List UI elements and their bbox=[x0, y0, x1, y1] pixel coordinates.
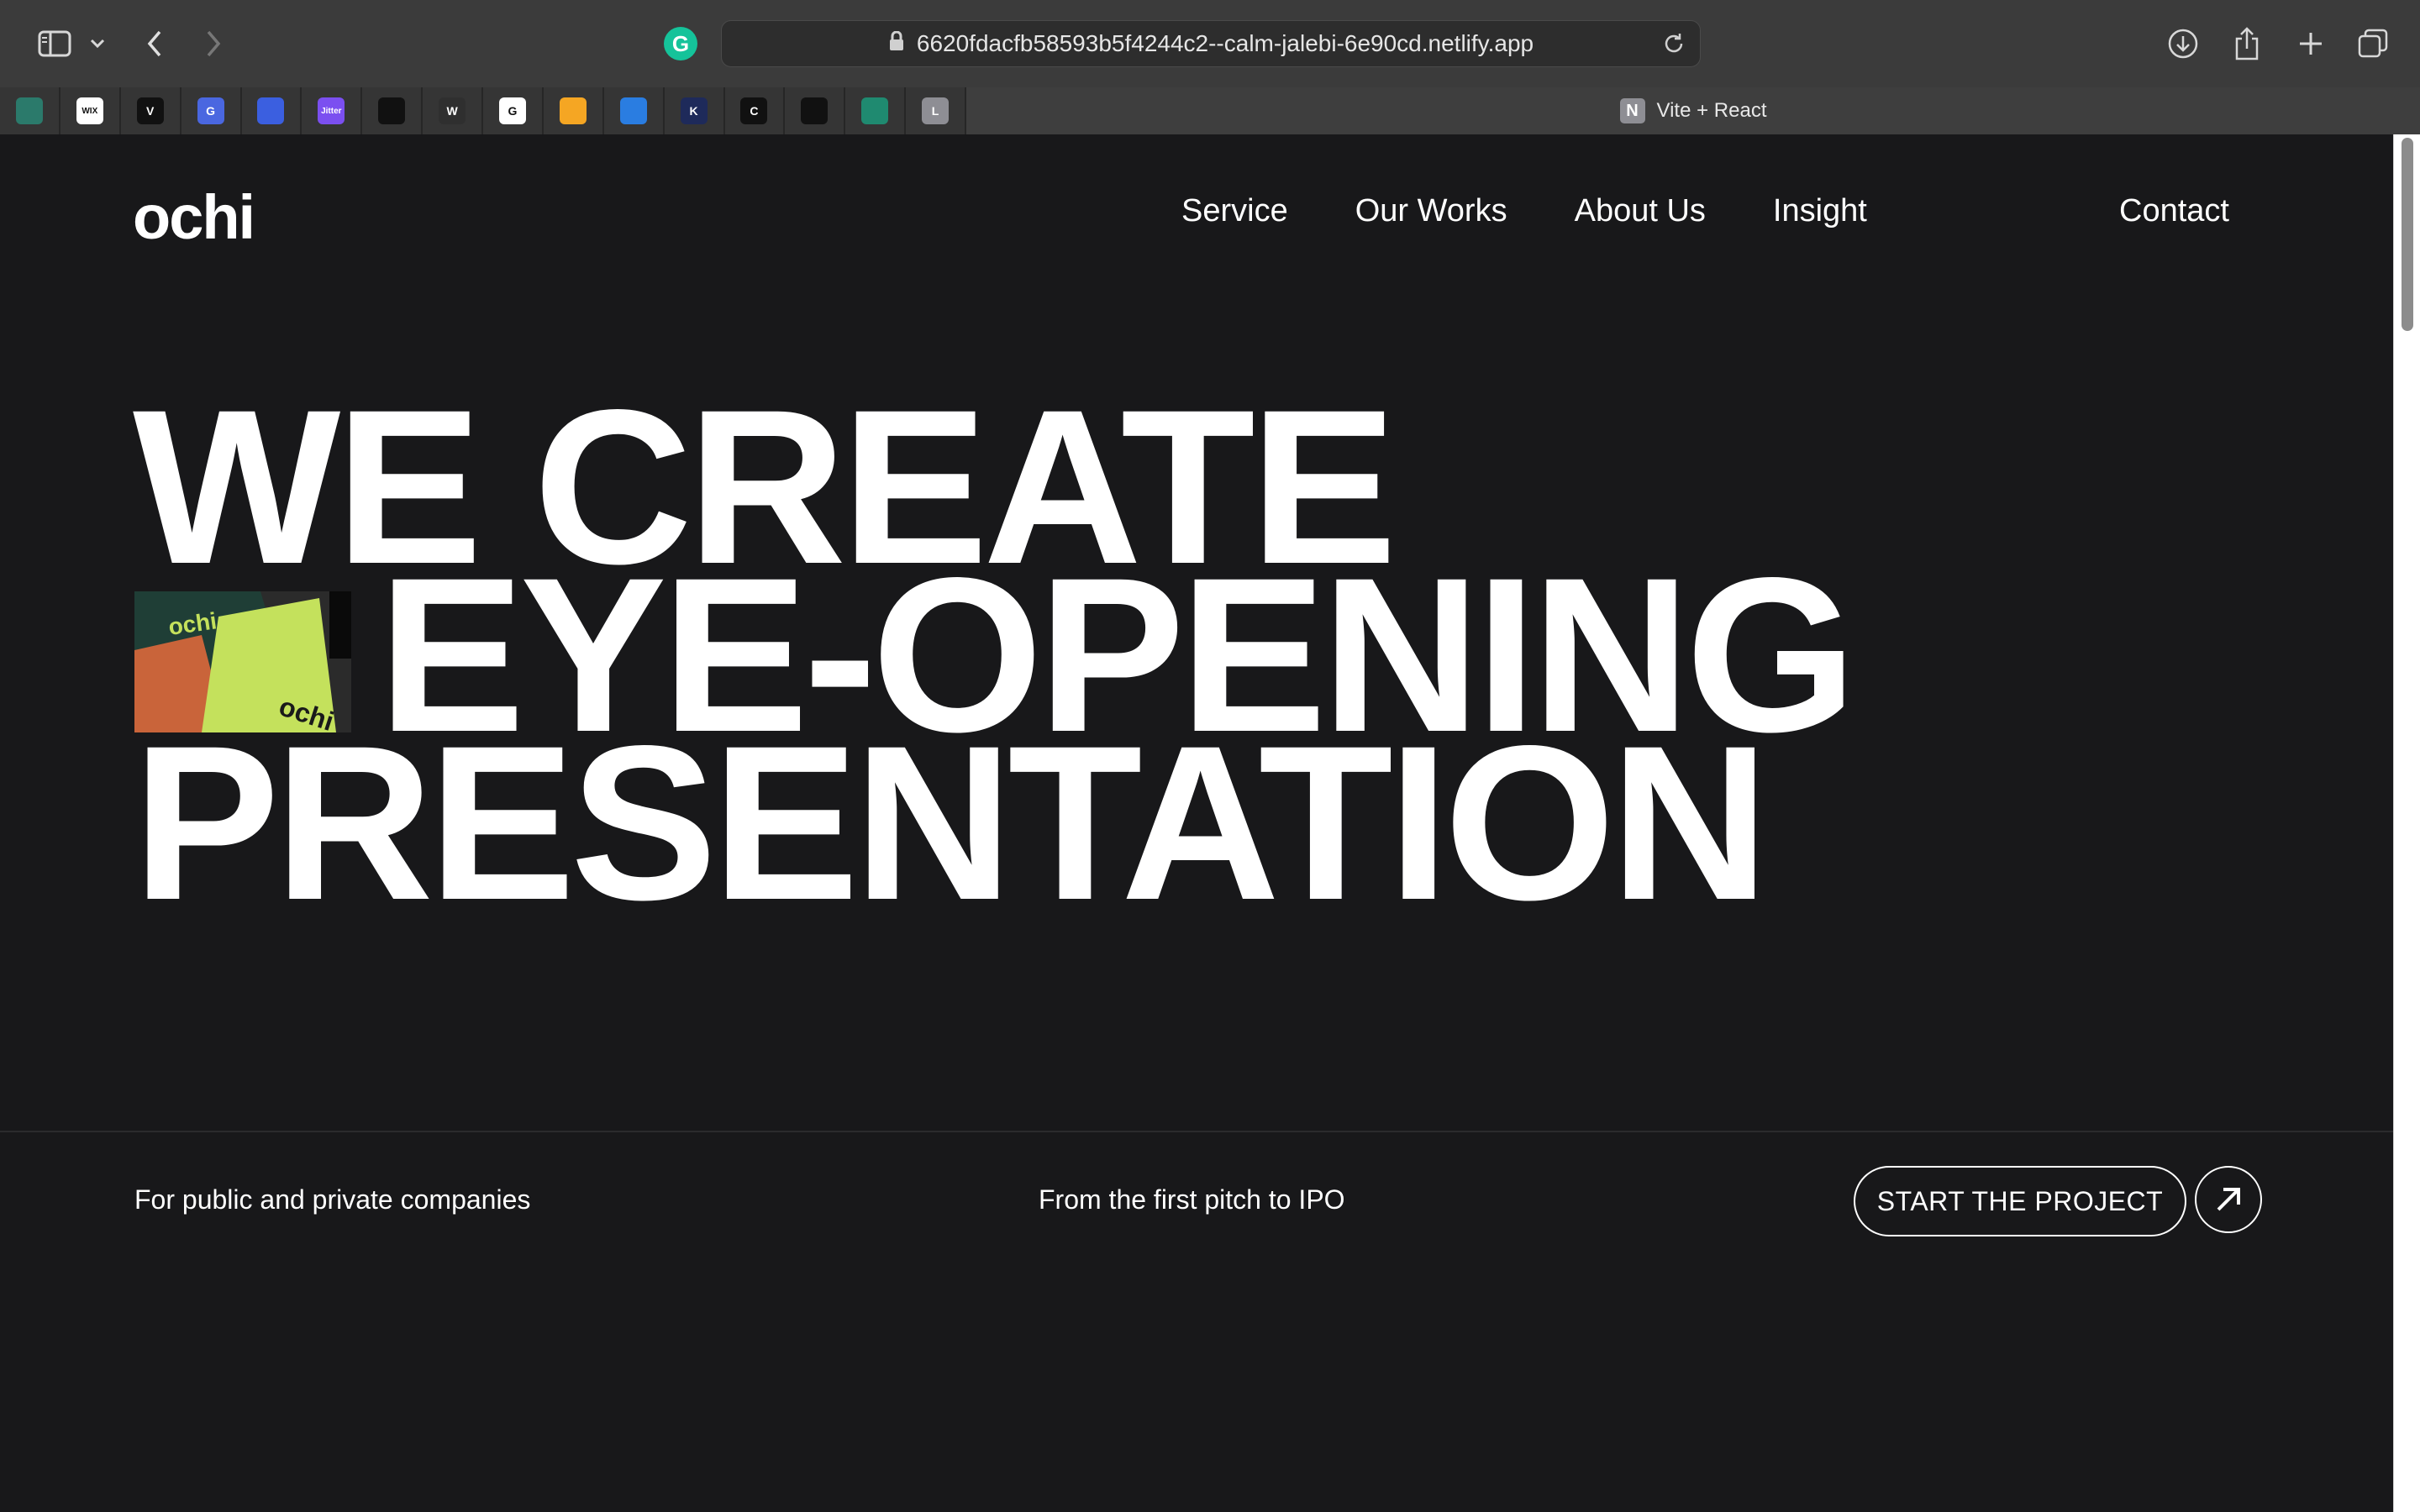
pinned-tab[interactable] bbox=[242, 87, 302, 134]
browser-toolbar: G 6620fdacfb58593b5f4244c2--calm-jalebi-… bbox=[0, 0, 2420, 87]
pinned-tab[interactable] bbox=[0, 87, 60, 134]
pinned-tab[interactable]: V bbox=[121, 87, 182, 134]
tab-favicon: N bbox=[1619, 98, 1645, 123]
grammarly-extension-icon[interactable]: G bbox=[664, 27, 697, 60]
k-icon: K bbox=[680, 97, 708, 124]
pinned-tab[interactable]: WIX bbox=[60, 87, 121, 134]
tab-overview-icon[interactable] bbox=[2356, 25, 2390, 62]
pinned-tabs: WIX V G Jitter W G K C L bbox=[0, 87, 966, 134]
w-icon: W bbox=[439, 97, 466, 124]
google-icon: G bbox=[498, 97, 526, 124]
new-tab-icon[interactable] bbox=[2294, 25, 2328, 62]
mountain-icon bbox=[15, 97, 43, 124]
grammarly-icon: G bbox=[197, 97, 224, 124]
stripe-icon bbox=[801, 97, 829, 124]
x-circle-icon bbox=[861, 97, 889, 124]
url-text: 6620fdacfb58593b5f4244c2--calm-jalebi-6e… bbox=[916, 30, 1534, 56]
pinned-tab[interactable]: W bbox=[423, 87, 483, 134]
download-icon[interactable] bbox=[2166, 25, 2200, 62]
pinned-tab[interactable]: G bbox=[182, 87, 242, 134]
pinned-tab[interactable] bbox=[785, 87, 846, 134]
lock-icon bbox=[888, 30, 905, 57]
nav-link-contact[interactable]: Contact bbox=[2119, 193, 2229, 229]
forward-icon[interactable] bbox=[200, 25, 227, 62]
section-divider bbox=[0, 1131, 2393, 1132]
pinned-tab[interactable]: Jitter bbox=[302, 87, 363, 134]
pinned-tab[interactable] bbox=[845, 87, 907, 134]
pinned-tab[interactable]: G bbox=[483, 87, 544, 134]
headline-line-3: PRESENTATION bbox=[133, 700, 1770, 946]
scrollbar-thumb[interactable] bbox=[2402, 138, 2413, 331]
pinned-tab[interactable]: C bbox=[725, 87, 786, 134]
page-scrollbar[interactable] bbox=[2393, 134, 2420, 1512]
nav-link-about-us[interactable]: About Us bbox=[1575, 193, 1706, 229]
pinned-tab[interactable]: K bbox=[665, 87, 725, 134]
packs-icon bbox=[378, 97, 406, 124]
c-icon: C bbox=[740, 97, 768, 124]
tagline-ipo: From the first pitch to IPO bbox=[1039, 1184, 1345, 1215]
main-nav: Service Our Works About Us Insight bbox=[1181, 193, 1934, 229]
share-icon[interactable] bbox=[2230, 25, 2264, 62]
jitter-icon: Jitter bbox=[318, 97, 345, 124]
wix-icon: WIX bbox=[76, 97, 103, 124]
pie-icon bbox=[559, 97, 587, 124]
v-logo-icon: V bbox=[136, 97, 164, 124]
pinned-tab[interactable] bbox=[362, 87, 424, 134]
nav-link-insight[interactable]: Insight bbox=[1773, 193, 1867, 229]
tab-title: Vite + React bbox=[1656, 99, 1767, 122]
scissors-icon bbox=[619, 97, 647, 124]
app-icon bbox=[257, 97, 285, 124]
active-tab[interactable]: N Vite + React bbox=[966, 87, 2420, 134]
nav-link-service[interactable]: Service bbox=[1181, 193, 1288, 229]
pinned-tab[interactable]: L bbox=[906, 87, 966, 134]
nav-link-our-works[interactable]: Our Works bbox=[1355, 193, 1507, 229]
address-bar[interactable]: 6620fdacfb58593b5f4244c2--calm-jalebi-6e… bbox=[721, 20, 1701, 67]
pinned-tab[interactable] bbox=[604, 87, 665, 134]
l-icon: L bbox=[922, 97, 950, 124]
site-logo[interactable]: ochi bbox=[133, 181, 255, 253]
tagline-companies: For public and private companies bbox=[134, 1184, 531, 1215]
reload-icon[interactable] bbox=[1661, 31, 1686, 62]
chevron-down-icon[interactable] bbox=[87, 25, 108, 62]
sidebar-toggle-icon[interactable] bbox=[34, 25, 76, 62]
web-page: ochi Service Our Works About Us Insight … bbox=[0, 134, 2393, 1512]
start-project-button[interactable]: START THE PROJECT bbox=[1854, 1166, 2186, 1236]
arrow-up-right-icon[interactable] bbox=[2195, 1166, 2262, 1233]
pinned-tab[interactable] bbox=[544, 87, 604, 134]
back-icon[interactable] bbox=[141, 25, 168, 62]
tab-bar: WIX V G Jitter W G K C L N Vite + React bbox=[0, 87, 2420, 134]
